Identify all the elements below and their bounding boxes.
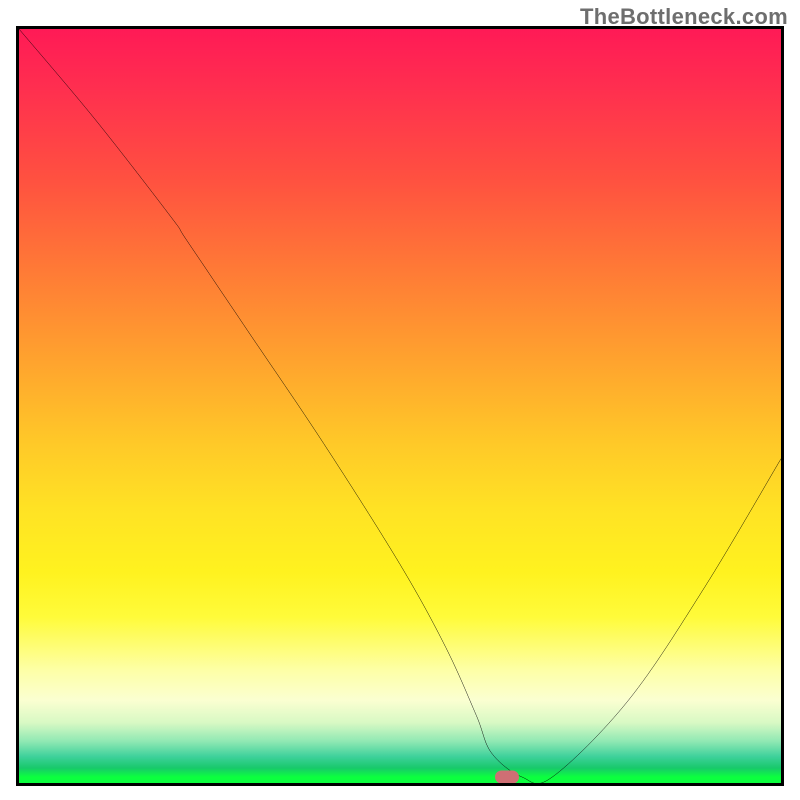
watermark-text: TheBottleneck.com bbox=[580, 4, 788, 30]
optimal-point-marker bbox=[495, 770, 519, 783]
plot-frame bbox=[16, 26, 784, 786]
bottleneck-curve bbox=[19, 29, 781, 783]
chart-container: TheBottleneck.com bbox=[0, 0, 800, 800]
